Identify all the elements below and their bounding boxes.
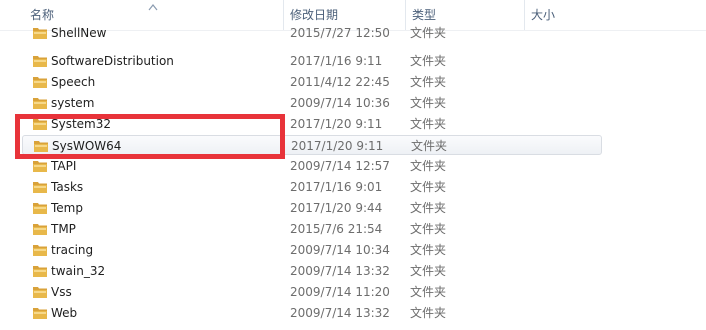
folder-icon <box>33 56 47 67</box>
file-name: system <box>51 96 95 110</box>
file-type: 文件夹 <box>410 306 447 320</box>
folder-icon <box>33 266 47 277</box>
file-type: 文件夹 <box>410 180 447 194</box>
file-row[interactable]: tracing 2009/7/14 10:34 文件夹 <box>22 240 602 260</box>
folder-icon <box>33 161 47 172</box>
file-row[interactable]: TAPI 2009/7/14 12:57 文件夹 <box>22 156 602 176</box>
folder-icon <box>33 98 47 109</box>
file-type: 文件夹 <box>410 222 447 236</box>
file-name: Web <box>51 306 78 320</box>
file-name: Temp <box>51 201 83 215</box>
file-type: 文件夹 <box>410 54 447 68</box>
file-row[interactable]: Temp 2017/1/20 9:44 文件夹 <box>22 198 602 218</box>
folder-icon <box>34 141 48 152</box>
folder-icon <box>33 287 47 298</box>
file-row[interactable]: Vss 2009/7/14 11:20 文件夹 <box>22 282 602 302</box>
file-name: twain_32 <box>51 264 106 278</box>
file-name: Speech <box>51 75 96 89</box>
folder-icon <box>33 224 47 235</box>
file-date-modified: 2009/7/14 11:20 <box>290 285 390 299</box>
file-date-modified: 2017/1/20 9:11 <box>290 117 383 131</box>
file-name: TAPI <box>51 159 77 173</box>
folder-icon <box>33 77 47 88</box>
file-name: tracing <box>51 243 94 257</box>
file-name: TMP <box>51 222 76 236</box>
file-type: 文件夹 <box>410 26 447 40</box>
file-date-modified: 2011/4/12 22:45 <box>290 75 390 89</box>
file-row[interactable]: TMP 2015/7/6 21:54 文件夹 <box>22 219 602 239</box>
file-type: 文件夹 <box>411 139 448 153</box>
file-date-modified: 2015/7/6 21:54 <box>290 222 383 236</box>
file-type: 文件夹 <box>410 243 447 257</box>
file-type: 文件夹 <box>410 117 447 131</box>
file-date-modified: 2017/1/20 9:11 <box>291 139 384 153</box>
folder-icon <box>33 182 47 193</box>
file-date-modified: 2017/1/20 9:44 <box>290 201 383 215</box>
file-row[interactable]: ShellNew 2015/7/27 12:50 文件夹 <box>22 23 602 43</box>
file-date-modified: 2009/7/14 13:32 <box>290 306 390 320</box>
file-row[interactable]: Speech 2011/4/12 22:45 文件夹 <box>22 72 602 92</box>
file-name: System32 <box>51 117 112 131</box>
file-name: SoftwareDistribution <box>51 54 174 68</box>
file-row[interactable]: System32 2017/1/20 9:11 文件夹 <box>22 114 602 134</box>
folder-icon <box>33 308 47 319</box>
file-row[interactable]: SoftwareDistribution 2017/1/16 9:11 文件夹 <box>22 51 602 71</box>
file-type: 文件夹 <box>410 264 447 278</box>
file-row[interactable]: twain_32 2009/7/14 13:32 文件夹 <box>22 261 602 281</box>
file-name: ShellNew <box>51 26 107 40</box>
file-type: 文件夹 <box>410 96 447 110</box>
file-row[interactable]: system 2009/7/14 10:36 文件夹 <box>22 93 602 113</box>
file-type: 文件夹 <box>410 75 447 89</box>
file-date-modified: 2015/7/27 12:50 <box>290 26 390 40</box>
file-name: SysWOW64 <box>52 139 122 153</box>
folder-icon <box>33 245 47 256</box>
file-date-modified: 2009/7/14 12:57 <box>290 159 390 173</box>
file-type: 文件夹 <box>410 159 447 173</box>
file-type: 文件夹 <box>410 285 447 299</box>
file-name: Vss <box>51 285 72 299</box>
file-row[interactable]: SysWOW64 2017/1/20 9:11 文件夹 <box>22 135 602 155</box>
file-date-modified: 2017/1/16 9:01 <box>290 180 383 194</box>
file-row[interactable]: Web 2009/7/14 13:32 文件夹 <box>22 303 602 323</box>
file-row[interactable]: Tasks 2017/1/16 9:01 文件夹 <box>22 177 602 197</box>
file-date-modified: 2009/7/14 10:36 <box>290 96 390 110</box>
folder-icon <box>33 28 47 39</box>
file-list: ShellNew 2015/7/27 12:50 文件夹 SoftwareDistri… <box>0 26 706 330</box>
folder-icon <box>33 203 47 214</box>
file-date-modified: 2009/7/14 10:34 <box>290 243 390 257</box>
file-date-modified: 2017/1/16 9:11 <box>290 54 383 68</box>
file-date-modified: 2009/7/14 13:32 <box>290 264 390 278</box>
file-type: 文件夹 <box>410 201 447 215</box>
folder-icon <box>33 119 47 130</box>
file-name: Tasks <box>51 180 84 194</box>
